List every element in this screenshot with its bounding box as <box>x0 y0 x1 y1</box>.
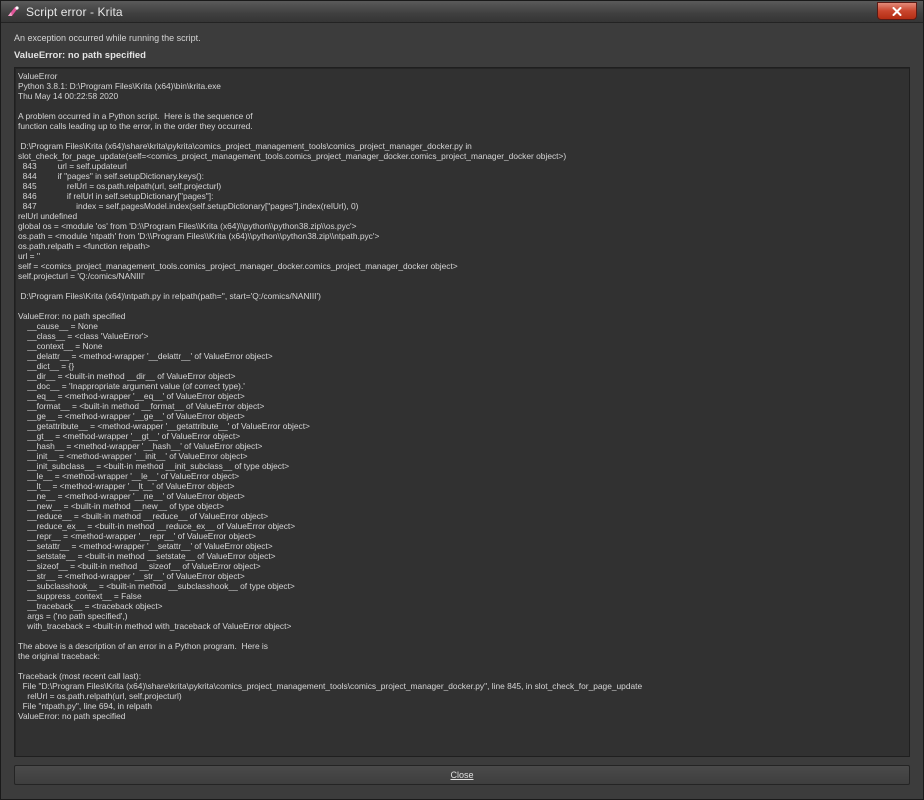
close-icon <box>892 6 902 16</box>
krita-app-icon <box>7 5 20 18</box>
traceback-text: ValueError Python 3.8.1: D:\Program File… <box>18 71 643 721</box>
message-area: An exception occurred while running the … <box>14 31 904 63</box>
error-summary: ValueError: no path specified <box>14 50 146 61</box>
exception-message: An exception occurred while running the … <box>14 33 201 43</box>
window-close-button[interactable] <box>877 2 917 20</box>
title-bar[interactable]: Script error - Krita <box>1 1 923 23</box>
close-button[interactable]: Close <box>14 765 910 785</box>
traceback-details[interactable]: ValueError Python 3.8.1: D:\Program File… <box>14 67 910 757</box>
window-title: Script error - Krita <box>26 4 123 19</box>
script-error-dialog: Script error - Krita An exception occurr… <box>0 0 924 800</box>
